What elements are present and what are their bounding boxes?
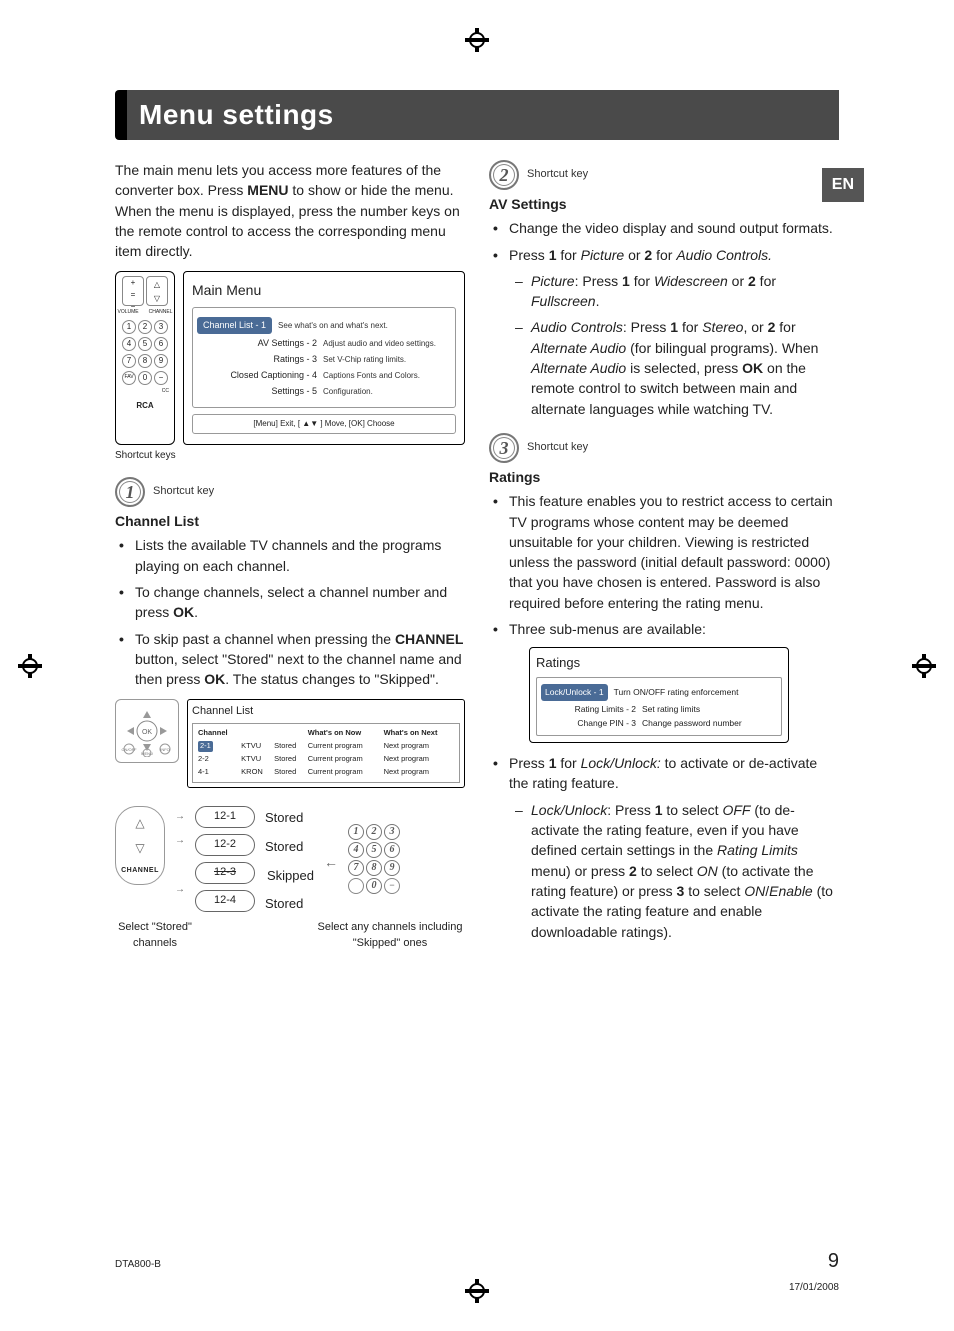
menu-row-closed-captioning: Closed Captioning - 4Captions Fonts and …	[197, 369, 451, 382]
ratings-lock-unlock-detail: Lock/Unlock: Press 1 to select OFF (to d…	[509, 800, 839, 942]
ratings-row-lock-unlock: Lock/Unlock - 1Turn ON/OFF rating enforc…	[541, 684, 777, 700]
shortcut-keys-caption: Shortcut keys	[115, 449, 465, 464]
menu-row-av-settings: AV Settings - 2Adjust audio and video se…	[197, 337, 451, 350]
status-skipped: Skipped	[267, 867, 314, 886]
intro-paragraph: The main menu lets you access more featu…	[115, 160, 465, 261]
av-settings-heading: AV Settings	[489, 194, 839, 214]
svg-text:ON/OFF: ON/OFF	[121, 747, 137, 752]
shortcut-1-icon: 1	[115, 477, 145, 507]
ratings-panel: Ratings Lock/Unlock - 1Turn ON/OFF ratin…	[529, 647, 789, 743]
svg-text:MENU: MENU	[141, 751, 153, 756]
keypad-icon: 123 456 789 0−	[348, 806, 400, 894]
footer-model: DTA800-B	[115, 1259, 161, 1270]
channel-oval: 12-1	[195, 806, 255, 828]
av-audio-item: Audio Controls: Press 1 for Stereo, or 2…	[509, 317, 839, 418]
main-menu-panel: Main Menu Channel List - 1See what's on …	[183, 271, 465, 444]
registration-mark-bottom	[465, 1279, 489, 1303]
shortcut-2-label: Shortcut key	[527, 167, 588, 183]
channel-list-panel: Channel List Channel What's on Now What'…	[187, 699, 465, 787]
table-row: 2-1KTVUStoredCurrent programNext program	[196, 740, 456, 753]
title-bar: Menu settings	[115, 90, 839, 140]
status-stored: Stored	[265, 838, 314, 857]
svg-text:OK: OK	[142, 729, 152, 736]
ratings-bullet-1: This feature enables you to restrict acc…	[489, 491, 839, 613]
registration-mark-left	[18, 654, 42, 678]
registration-mark-right	[912, 654, 936, 678]
table-row: 2-2KTVUStoredCurrent programNext program	[196, 753, 456, 766]
shortcut-2-icon: 2	[489, 160, 519, 190]
shortcut-1-label: Shortcut key	[153, 484, 214, 500]
footer-page-number: 9	[828, 1250, 839, 1273]
av-bullet-2: Press 1 for Picture or 2 for Audio Contr…	[489, 245, 839, 419]
svg-text:INFO: INFO	[160, 747, 170, 752]
table-row: 4-1KRONStoredCurrent programNext program	[196, 766, 456, 779]
channel-list-bullet-3: To skip past a channel when pressing the…	[115, 629, 465, 690]
ratings-heading: Ratings	[489, 467, 839, 487]
av-picture-item: Picture: Press 1 for Widescreen or 2 for…	[509, 271, 839, 312]
main-menu-title: Main Menu	[192, 280, 456, 300]
language-tab: EN	[822, 168, 864, 202]
main-menu-footer-hint: [Menu] Exit, [ ▲▼ ] Move, [OK] Choose	[192, 414, 456, 434]
remote-illustration: +=− △▽ VOLUMECHANNEL 123 456 789 FAV0− C…	[115, 271, 175, 444]
channel-oval: 12-3	[195, 862, 255, 884]
status-stored: Stored	[265, 809, 314, 828]
menu-row-channel-list: Channel List - 1See what's on and what's…	[197, 317, 451, 334]
av-bullet-1: Change the video display and sound outpu…	[489, 218, 839, 238]
channel-oval: 12-4	[195, 890, 255, 912]
shortcut-3-icon: 3	[489, 433, 519, 463]
channel-list-bullet-1: Lists the available TV channels and the …	[115, 535, 465, 576]
stored-skipped-diagram: △ ▽ CHANNEL →→→→ 12-1 12-2 12-3 12-4 Sto…	[115, 806, 465, 914]
ratings-bullet-3: Press 1 for Lock/Unlock: to activate or …	[489, 753, 839, 942]
menu-row-settings: Settings - 5Configuration.	[197, 385, 451, 398]
page-title: Menu settings	[139, 99, 334, 131]
channel-rocker-icon: △ ▽ CHANNEL	[115, 806, 165, 885]
ratings-row-rating-limits: Rating Limits - 2Set rating limits	[541, 703, 777, 715]
registration-mark-top	[465, 28, 489, 52]
shortcut-3-label: Shortcut key	[527, 440, 588, 456]
diagram-note-right: Select any channels including "Skipped" …	[315, 920, 465, 952]
channel-list-heading: Channel List	[115, 511, 465, 531]
ratings-bullet-2: Three sub-menus are available:	[489, 619, 839, 639]
menu-row-ratings: Ratings - 3Set V-Chip rating limits.	[197, 353, 451, 366]
diagram-note-left: Select "Stored" channels	[115, 920, 195, 952]
channel-oval: 12-2	[195, 834, 255, 856]
nav-remote-illustration: OK ON/OFF INFO MENU	[115, 699, 179, 763]
status-stored: Stored	[265, 895, 314, 914]
footer-date: 17/01/2008	[789, 1282, 839, 1293]
channel-list-bullet-2: To change channels, select a channel num…	[115, 582, 465, 623]
ratings-row-change-pin: Change PIN - 3Change password number	[541, 717, 777, 729]
